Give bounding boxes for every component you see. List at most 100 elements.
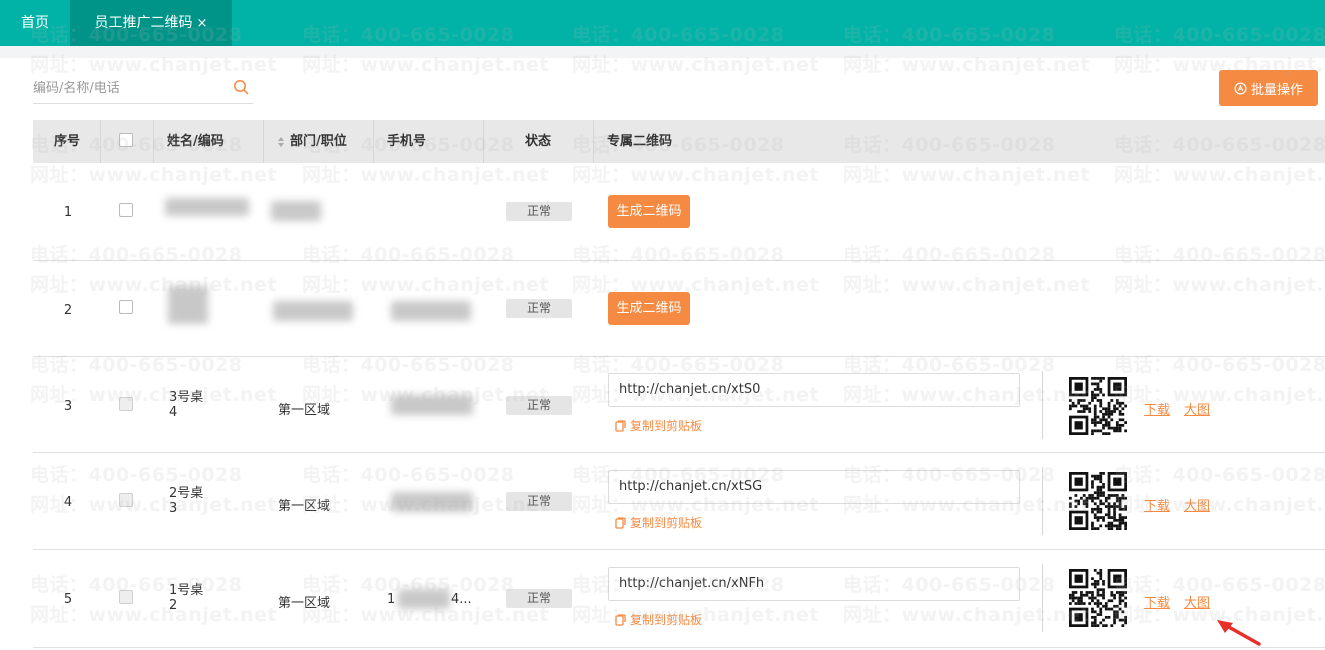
select-all-checkbox[interactable] <box>119 133 133 147</box>
annotation-arrow-icon <box>1217 620 1261 646</box>
employee-code: 3 <box>169 501 178 516</box>
row-checkbox-cell <box>119 493 133 511</box>
status-badge: 正常 <box>506 202 572 221</box>
sort-icon[interactable] <box>277 136 285 148</box>
row-checkbox-cell <box>119 590 133 608</box>
redacted-dept <box>271 201 321 221</box>
copy-to-clipboard-link[interactable]: 复制到剪贴板 <box>615 417 702 434</box>
row-index: 1 <box>63 205 73 220</box>
tab-home-label: 首页 <box>21 15 49 31</box>
employee-name-code: 3号桌 4 <box>169 390 203 420</box>
header-dept[interactable]: 部门/职位 <box>277 120 347 163</box>
qr-code-image[interactable] <box>1069 377 1127 435</box>
status-badge: 正常 <box>506 396 572 415</box>
batch-icon <box>1234 82 1247 94</box>
employee-name-code: 2号桌 3 <box>169 486 203 516</box>
tab-home[interactable]: 首页 <box>0 0 70 46</box>
header-divider <box>100 120 101 163</box>
header-phone: 手机号 <box>387 134 427 149</box>
header-status: 状态 <box>525 134 552 149</box>
status-badge: 正常 <box>506 492 572 511</box>
phone-prefix: 1 <box>387 592 396 607</box>
row-index: 5 <box>63 592 73 607</box>
copy-icon <box>615 419 626 432</box>
tab-close-icon[interactable]: × <box>197 16 208 31</box>
copy-to-clipboard-label: 复制到剪贴板 <box>630 516 703 530</box>
large-image-link[interactable]: 大图 <box>1184 399 1210 418</box>
table-row: 1 正常 生成二维码 <box>33 163 1325 261</box>
phone-suffix: 4... <box>451 592 472 607</box>
employee-name: 2号桌 <box>169 486 204 501</box>
header-index: 序号 <box>54 134 81 149</box>
header-divider <box>153 120 154 163</box>
column-divider <box>1042 564 1043 632</box>
generate-qrcode-button[interactable]: 生成二维码 <box>608 195 690 228</box>
row-checkbox-cell <box>119 203 133 221</box>
redacted-name <box>168 286 208 324</box>
redacted-phone <box>391 395 473 415</box>
department: 第一区域 <box>278 596 331 611</box>
batch-operation-button[interactable]: 批量操作 <box>1219 70 1318 106</box>
download-link[interactable]: 下载 <box>1144 495 1170 514</box>
row-checkbox[interactable] <box>119 300 133 314</box>
header-divider <box>373 120 374 163</box>
qrcode-url-field[interactable]: http://chanjet.cn/xNFh <box>608 567 1020 601</box>
employee-code: 2 <box>169 598 178 613</box>
department: 第一区域 <box>278 403 331 418</box>
redacted-dept <box>273 301 353 321</box>
row-checkbox-cell <box>119 300 133 318</box>
redacted-name <box>165 198 249 216</box>
search-input[interactable] <box>33 74 223 102</box>
table-row: 3 3号桌 4 第一区域 正常 http://chanjet.cn/xtS0 复… <box>33 357 1325 453</box>
qr-code-image[interactable] <box>1069 472 1127 530</box>
qrcode-url-field[interactable]: http://chanjet.cn/xtSG <box>608 470 1020 504</box>
copy-icon <box>615 516 626 529</box>
large-image-link[interactable]: 大图 <box>1184 592 1210 611</box>
copy-to-clipboard-label: 复制到剪贴板 <box>630 613 703 627</box>
copy-to-clipboard-link[interactable]: 复制到剪贴板 <box>615 514 702 531</box>
search-box <box>33 74 253 104</box>
large-image-link[interactable]: 大图 <box>1184 495 1210 514</box>
department: 第一区域 <box>278 499 331 514</box>
top-tab-bar: 首页 员工推广二维码 × <box>0 0 1325 46</box>
redacted-phone <box>398 589 450 609</box>
header-divider <box>263 120 264 163</box>
row-checkbox[interactable] <box>119 397 133 411</box>
table-row: 4 2号桌 3 第一区域 正常 http://chanjet.cn/xtSG 复… <box>33 453 1325 550</box>
header-select-all <box>119 133 133 149</box>
copy-to-clipboard-label: 复制到剪贴板 <box>630 419 703 433</box>
row-checkbox[interactable] <box>119 493 133 507</box>
header-dept-label: 部门/职位 <box>290 134 347 149</box>
tab-employee-qrcode[interactable]: 员工推广二维码 × <box>70 0 232 46</box>
header-name: 姓名/编码 <box>167 134 224 149</box>
header-qrcode: 专属二维码 <box>607 134 673 149</box>
qr-code-image[interactable] <box>1069 569 1127 627</box>
redacted-phone <box>391 301 471 321</box>
batch-operation-label: 批量操作 <box>1250 82 1303 98</box>
row-checkbox-cell <box>119 397 133 415</box>
row-index: 2 <box>63 303 73 318</box>
table-row: 2 正常 生成二维码 <box>33 261 1325 357</box>
content-background <box>0 46 1325 58</box>
table-row: 5 1号桌 2 第一区域 1 4... 正常 http://chanjet.cn… <box>33 550 1325 648</box>
search-icon[interactable] <box>233 79 249 95</box>
download-link[interactable]: 下载 <box>1144 399 1170 418</box>
redacted-phone <box>391 492 473 512</box>
row-index: 3 <box>63 399 73 414</box>
copy-icon <box>615 613 626 626</box>
employee-name: 3号桌 <box>169 390 204 405</box>
column-divider <box>1042 467 1043 535</box>
qrcode-url-field[interactable]: http://chanjet.cn/xtS0 <box>608 373 1020 407</box>
table-header: 序号 姓名/编码 部门/职位 手机号 状态 专属二维码 <box>33 120 1325 163</box>
status-badge: 正常 <box>506 589 572 608</box>
download-link[interactable]: 下载 <box>1144 592 1170 611</box>
employee-code: 4 <box>169 405 178 420</box>
header-divider <box>483 120 484 163</box>
copy-to-clipboard-link[interactable]: 复制到剪贴板 <box>615 611 702 628</box>
status-badge: 正常 <box>506 299 572 318</box>
row-checkbox[interactable] <box>119 203 133 217</box>
employee-name-code: 1号桌 2 <box>169 583 203 613</box>
row-index: 4 <box>63 495 73 510</box>
row-checkbox[interactable] <box>119 590 133 604</box>
generate-qrcode-button[interactable]: 生成二维码 <box>608 292 690 325</box>
